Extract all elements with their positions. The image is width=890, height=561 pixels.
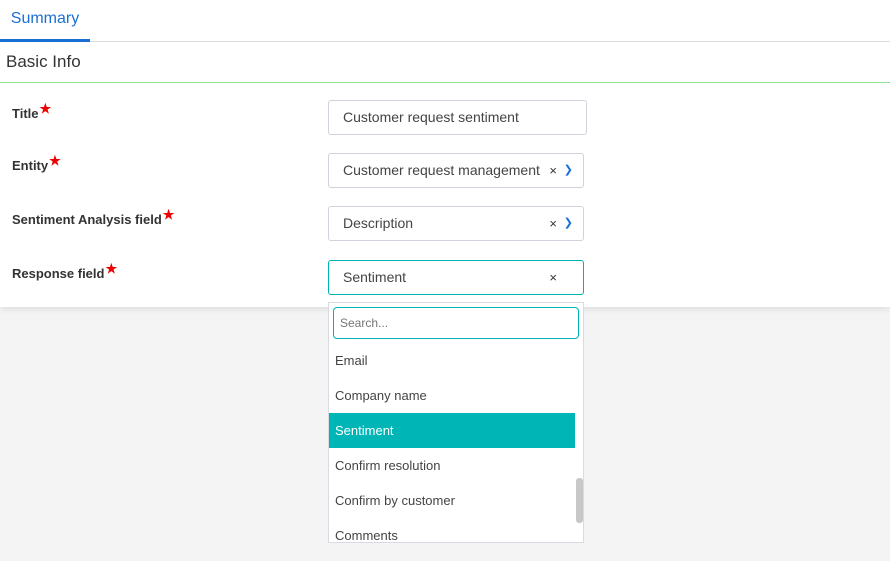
title-input[interactable]: Customer request sentiment [328, 100, 587, 135]
label-text: Response field [12, 266, 105, 281]
sentiment-field-select[interactable]: Description × ❯ [328, 206, 584, 241]
required-star-icon: ★ [39, 101, 52, 116]
label-text: Sentiment Analysis field [12, 212, 162, 227]
clear-icon[interactable]: × [549, 207, 557, 240]
clear-icon[interactable]: × [549, 154, 557, 187]
tab-summary[interactable]: Summary [0, 0, 90, 42]
chevron-down-icon[interactable]: ❯ [564, 207, 573, 240]
dropdown-option[interactable]: Company name [329, 378, 575, 413]
label-text: Entity [12, 158, 49, 173]
dropdown-option[interactable]: Comments [329, 518, 575, 542]
label-text: Title [12, 106, 39, 121]
title-label: Title★ [12, 101, 51, 122]
required-star-icon: ★ [162, 207, 175, 222]
clear-icon[interactable]: × [549, 261, 557, 294]
select-value: Customer request management [343, 162, 540, 178]
select-value: Description [343, 215, 414, 231]
required-star-icon: ★ [49, 153, 61, 168]
dropdown-option[interactable]: Confirm resolution [329, 448, 575, 483]
dropdown-menu: Email Company name Sentiment Confirm res… [328, 302, 584, 543]
tab-bar: Summary [0, 0, 890, 42]
section-title: Basic Info [0, 42, 890, 83]
entity-label: Entity★ [12, 153, 61, 174]
response-field-select[interactable]: Sentiment × [328, 260, 584, 295]
dropdown-option[interactable]: Email [329, 343, 575, 378]
chevron-down-icon[interactable]: ❯ [564, 154, 573, 187]
required-star-icon: ★ [105, 261, 118, 276]
dropdown-option[interactable]: Confirm by customer [329, 483, 575, 518]
dropdown-option-selected[interactable]: Sentiment [329, 413, 575, 448]
sentiment-field-label: Sentiment Analysis field★ [12, 207, 174, 228]
scrollbar-thumb[interactable] [576, 478, 583, 523]
select-value: Sentiment [343, 269, 407, 285]
dropdown-search-input[interactable] [333, 307, 579, 339]
response-field-label: Response field★ [12, 261, 117, 282]
entity-select[interactable]: Customer request management × ❯ [328, 153, 584, 188]
